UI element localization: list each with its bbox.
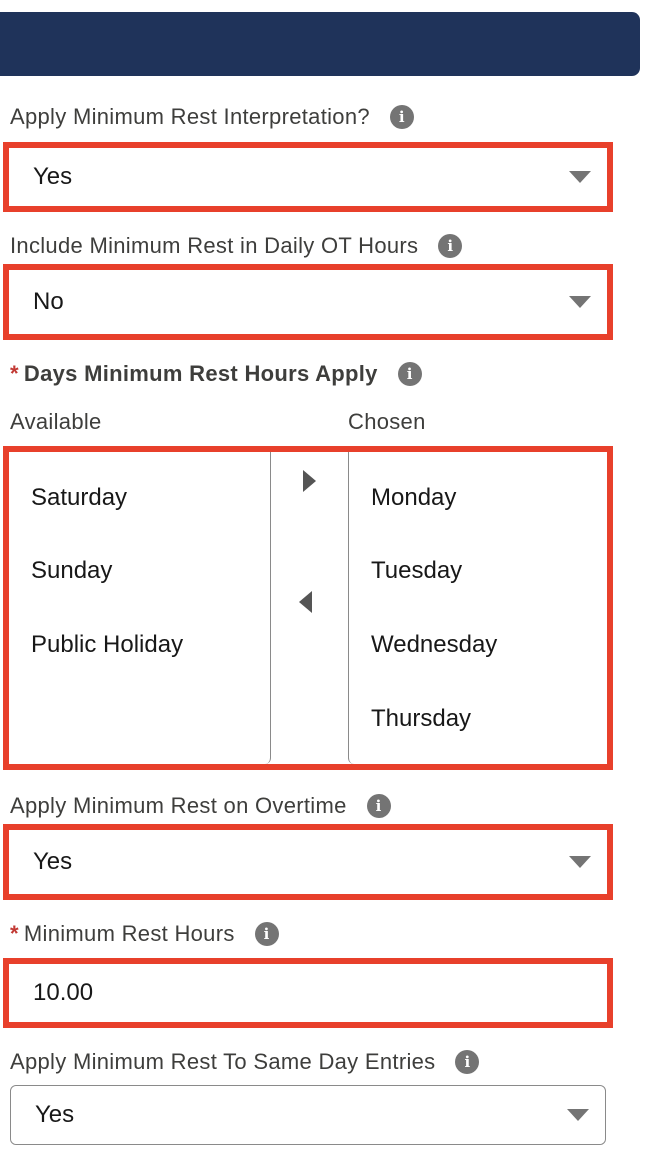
info-icon[interactable]: i [455,1050,480,1074]
apply-same-day-label-text: Apply Minimum Rest To Same Day Entries [10,1049,436,1074]
include-min-rest-ot-label: Include Minimum Rest in Daily OT Hours i [10,233,463,259]
info-icon[interactable]: i [366,794,391,818]
list-item[interactable]: Saturday [31,484,127,512]
apply-min-rest-overtime-value: Yes [33,848,73,875]
min-rest-hours-label: * Minimum Rest Hours i [10,921,279,947]
include-min-rest-ot-highlight: No [3,264,613,340]
days-dual-listbox-highlight: Saturday Sunday Public Holiday Monday Tu… [3,446,613,770]
chevron-down-icon [569,856,591,868]
chevron-down-icon [567,1109,589,1121]
chevron-down-icon [569,171,591,183]
move-right-icon [303,470,316,492]
apply-same-day-field: Yes [10,1085,606,1145]
move-left-icon [299,591,312,613]
days-min-rest-label-text: Days Minimum Rest Hours Apply [23,361,378,386]
apply-min-rest-label: Apply Minimum Rest Interpretation? i [10,104,414,130]
days-min-rest-label: * Days Minimum Rest Hours Apply i [10,361,422,387]
list-item[interactable]: Thursday [371,705,471,733]
move-left-button[interactable] [291,587,321,617]
info-icon[interactable]: i [254,922,279,946]
move-right-button[interactable] [295,466,325,496]
chosen-listbox[interactable]: Monday Tuesday Wednesday Thursday [348,452,607,764]
include-min-rest-ot-select[interactable]: No [9,270,607,334]
apply-min-rest-label-text: Apply Minimum Rest Interpretation? [10,104,370,129]
list-item[interactable]: Sunday [31,557,112,585]
chosen-column-label: Chosen [348,409,426,434]
list-item[interactable]: Public Holiday [31,631,183,659]
info-icon[interactable]: i [397,362,422,386]
section-header-bar [0,12,640,76]
include-min-rest-ot-value: No [33,288,64,315]
min-rest-hours-label-text: Minimum Rest Hours [23,921,235,946]
apply-min-rest-overtime-highlight: Yes [3,824,613,900]
required-marker: * [10,361,19,386]
include-min-rest-ot-label-text: Include Minimum Rest in Daily OT Hours [10,233,419,258]
apply-same-day-label: Apply Minimum Rest To Same Day Entries i [10,1049,480,1075]
apply-min-rest-overtime-label: Apply Minimum Rest on Overtime i [10,793,391,819]
apply-same-day-value: Yes [35,1101,75,1128]
info-icon[interactable]: i [438,234,463,258]
min-rest-hours-highlight [3,958,613,1028]
list-item[interactable]: Tuesday [371,557,462,585]
chevron-down-icon [569,296,591,308]
min-rest-hours-input[interactable] [9,964,607,1022]
available-listbox[interactable]: Saturday Sunday Public Holiday [9,452,271,764]
list-item[interactable]: Wednesday [371,631,497,659]
info-icon[interactable]: i [389,105,414,129]
apply-min-rest-overtime-label-text: Apply Minimum Rest on Overtime [10,793,347,818]
available-column-label: Available [10,409,102,434]
apply-same-day-select[interactable]: Yes [11,1086,605,1144]
list-item[interactable]: Monday [371,484,456,512]
apply-min-rest-highlight: Yes [3,142,613,212]
apply-min-rest-overtime-select[interactable]: Yes [9,830,607,894]
apply-min-rest-value: Yes [33,163,73,190]
required-marker: * [10,921,19,946]
apply-min-rest-select[interactable]: Yes [9,148,607,206]
